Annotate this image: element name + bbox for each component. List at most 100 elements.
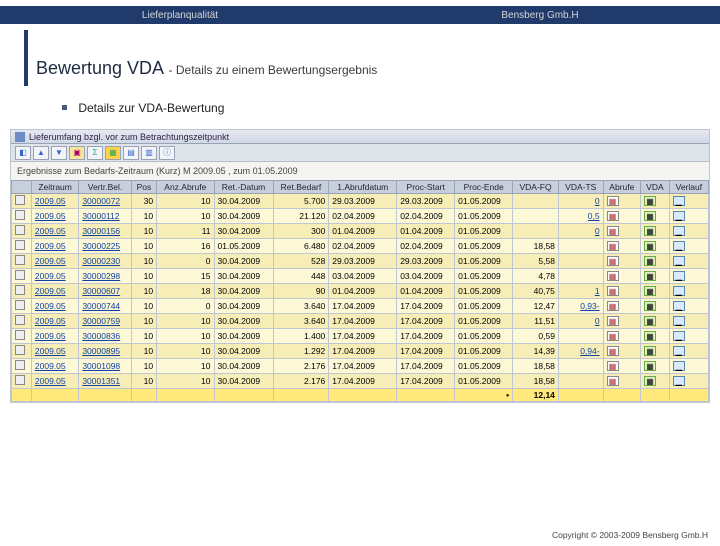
cell-vda-ts[interactable]: 0,94- — [558, 344, 603, 359]
column-header[interactable]: Proc-Start — [397, 181, 455, 194]
column-header[interactable] — [12, 181, 32, 194]
cell-vda-ts[interactable] — [558, 254, 603, 269]
column-header[interactable]: Ret.Bedarf — [273, 181, 329, 194]
cell-vda-ts[interactable]: 1 — [558, 284, 603, 299]
chart-icon[interactable]: ▁ — [673, 301, 685, 311]
row-selector-icon[interactable] — [15, 330, 25, 340]
grid-icon[interactable]: ▦ — [644, 211, 656, 221]
calendar-icon[interactable]: ▦ — [607, 286, 619, 296]
cell-zeitraum[interactable]: 2009.05 — [31, 209, 78, 224]
cell-zeitraum[interactable]: 2009.05 — [31, 239, 78, 254]
cell-vda-ts[interactable]: 0 — [558, 194, 603, 209]
toolbar-graphic-button[interactable]: ▥ — [141, 146, 157, 160]
table-row[interactable]: 2009.0530000759101030.04.20093.64017.04.… — [12, 314, 709, 329]
chart-icon[interactable]: ▁ — [673, 316, 685, 326]
row-selector-cell[interactable] — [12, 239, 32, 254]
table-row[interactable]: 2009.053000074410030.04.20093.64017.04.2… — [12, 299, 709, 314]
cell-vertrbel[interactable]: 30000156 — [79, 224, 131, 239]
grid-icon[interactable]: ▦ — [644, 331, 656, 341]
cell-verlauf[interactable]: ▁ — [669, 314, 708, 329]
cell-verlauf[interactable]: ▁ — [669, 209, 708, 224]
cell-verlauf[interactable]: ▁ — [669, 359, 708, 374]
table-row[interactable]: 2009.0530000156101130.04.200930001.04.20… — [12, 224, 709, 239]
row-selector-icon[interactable] — [15, 240, 25, 250]
grid-icon[interactable]: ▦ — [644, 226, 656, 236]
toolbar-layout-button[interactable]: ▤ — [123, 146, 139, 160]
grid-icon[interactable]: ▦ — [644, 316, 656, 326]
toolbar-filter-button[interactable]: ▣ — [69, 146, 85, 160]
row-selector-cell[interactable] — [12, 314, 32, 329]
cell-abrufe[interactable]: ▦ — [603, 299, 641, 314]
column-header[interactable]: Pos — [131, 181, 156, 194]
column-header[interactable]: VDA-TS — [558, 181, 603, 194]
cell-zeitraum[interactable]: 2009.05 — [31, 329, 78, 344]
toolbar-sum-button[interactable]: Σ — [87, 146, 103, 160]
cell-zeitraum[interactable]: 2009.05 — [31, 254, 78, 269]
calendar-icon[interactable]: ▦ — [607, 331, 619, 341]
calendar-icon[interactable]: ▦ — [607, 346, 619, 356]
chart-icon[interactable]: ▁ — [673, 271, 685, 281]
column-header[interactable]: Vertr.Bel. — [79, 181, 131, 194]
app-titlebar[interactable]: Lieferumfang bzgl. vor zum Betrachtungsz… — [11, 130, 709, 144]
cell-zeitraum[interactable]: 2009.05 — [31, 299, 78, 314]
cell-abrufe[interactable]: ▦ — [603, 239, 641, 254]
calendar-icon[interactable]: ▦ — [607, 316, 619, 326]
row-selector-icon[interactable] — [15, 285, 25, 295]
cell-vda[interactable]: ▦ — [641, 329, 670, 344]
toolbar-export-button[interactable]: ▦ — [105, 146, 121, 160]
cell-zeitraum[interactable]: 2009.05 — [31, 284, 78, 299]
cell-vda-ts[interactable]: 0 — [558, 314, 603, 329]
calendar-icon[interactable]: ▦ — [607, 241, 619, 251]
table-row[interactable]: 2009.0530000895101030.04.20091.29217.04.… — [12, 344, 709, 359]
cell-vda[interactable]: ▦ — [641, 284, 670, 299]
cell-abrufe[interactable]: ▦ — [603, 359, 641, 374]
table-row[interactable]: 2009.0530000112101030.04.200921.12002.04… — [12, 209, 709, 224]
column-header[interactable]: VDA-FQ — [513, 181, 559, 194]
cell-vda-ts[interactable]: 0 — [558, 224, 603, 239]
column-header[interactable]: Proc-Ende — [455, 181, 513, 194]
cell-abrufe[interactable]: ▦ — [603, 284, 641, 299]
table-row[interactable]: 2009.0530000836101030.04.20091.40017.04.… — [12, 329, 709, 344]
column-header[interactable]: Zeitraum — [31, 181, 78, 194]
cell-verlauf[interactable]: ▁ — [669, 299, 708, 314]
cell-verlauf[interactable]: ▁ — [669, 284, 708, 299]
calendar-icon[interactable]: ▦ — [607, 211, 619, 221]
cell-vda[interactable]: ▦ — [641, 314, 670, 329]
chart-icon[interactable]: ▁ — [673, 286, 685, 296]
row-selector-cell[interactable] — [12, 299, 32, 314]
cell-vda-ts[interactable] — [558, 269, 603, 284]
cell-vertrbel[interactable]: 30000225 — [79, 239, 131, 254]
grid-icon[interactable]: ▦ — [644, 346, 656, 356]
chart-icon[interactable]: ▁ — [673, 226, 685, 236]
chart-icon[interactable]: ▁ — [673, 256, 685, 266]
column-header[interactable]: Ret.-Datum — [214, 181, 273, 194]
cell-verlauf[interactable]: ▁ — [669, 194, 708, 209]
chart-icon[interactable]: ▁ — [673, 196, 685, 206]
row-selector-cell[interactable] — [12, 359, 32, 374]
cell-vda[interactable]: ▦ — [641, 239, 670, 254]
cell-vda-ts[interactable] — [558, 374, 603, 389]
grid-icon[interactable]: ▦ — [644, 376, 656, 386]
cell-abrufe[interactable]: ▦ — [603, 194, 641, 209]
row-selector-cell[interactable] — [12, 344, 32, 359]
chart-icon[interactable]: ▁ — [673, 361, 685, 371]
column-header[interactable]: Anz.Abrufe — [157, 181, 214, 194]
row-selector-cell[interactable] — [12, 269, 32, 284]
cell-vda[interactable]: ▦ — [641, 269, 670, 284]
chart-icon[interactable]: ▁ — [673, 331, 685, 341]
cell-vertrbel[interactable]: 30000759 — [79, 314, 131, 329]
cell-abrufe[interactable]: ▦ — [603, 269, 641, 284]
table-row[interactable]: 2009.0530000607101830.04.20099001.04.200… — [12, 284, 709, 299]
grid-icon[interactable]: ▦ — [644, 361, 656, 371]
cell-vertrbel[interactable]: 30001351 — [79, 374, 131, 389]
table-row[interactable]: 2009.0530001351101030.04.20092.17617.04.… — [12, 374, 709, 389]
cell-abrufe[interactable]: ▦ — [603, 344, 641, 359]
toolbar-sort-desc-button[interactable]: ▼ — [51, 146, 67, 160]
cell-vda-ts[interactable] — [558, 359, 603, 374]
chart-icon[interactable]: ▁ — [673, 241, 685, 251]
cell-abrufe[interactable]: ▦ — [603, 314, 641, 329]
chart-icon[interactable]: ▁ — [673, 346, 685, 356]
calendar-icon[interactable]: ▦ — [607, 361, 619, 371]
cell-vda[interactable]: ▦ — [641, 254, 670, 269]
cell-vda[interactable]: ▦ — [641, 374, 670, 389]
